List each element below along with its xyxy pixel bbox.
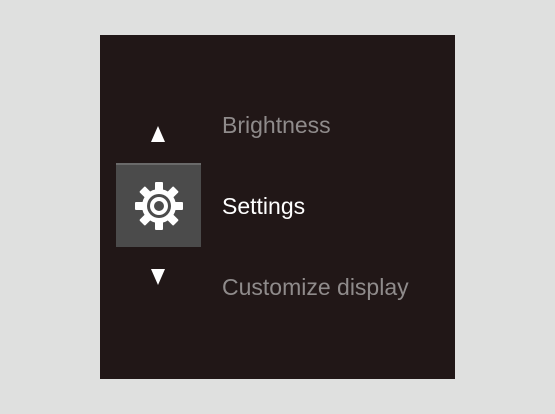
scroll-down-arrow-icon[interactable]	[151, 269, 165, 285]
scroll-up-arrow-icon[interactable]	[151, 126, 165, 142]
settings-tile[interactable]	[116, 163, 201, 247]
gear-icon	[134, 182, 183, 230]
menu-item-settings[interactable]: Settings	[222, 192, 305, 220]
menu-item-customize-display[interactable]: Customize display	[222, 273, 409, 301]
menu-item-brightness[interactable]: Brightness	[222, 111, 331, 139]
monitor-osd-menu: Brightness Settings Customize display	[100, 35, 455, 379]
